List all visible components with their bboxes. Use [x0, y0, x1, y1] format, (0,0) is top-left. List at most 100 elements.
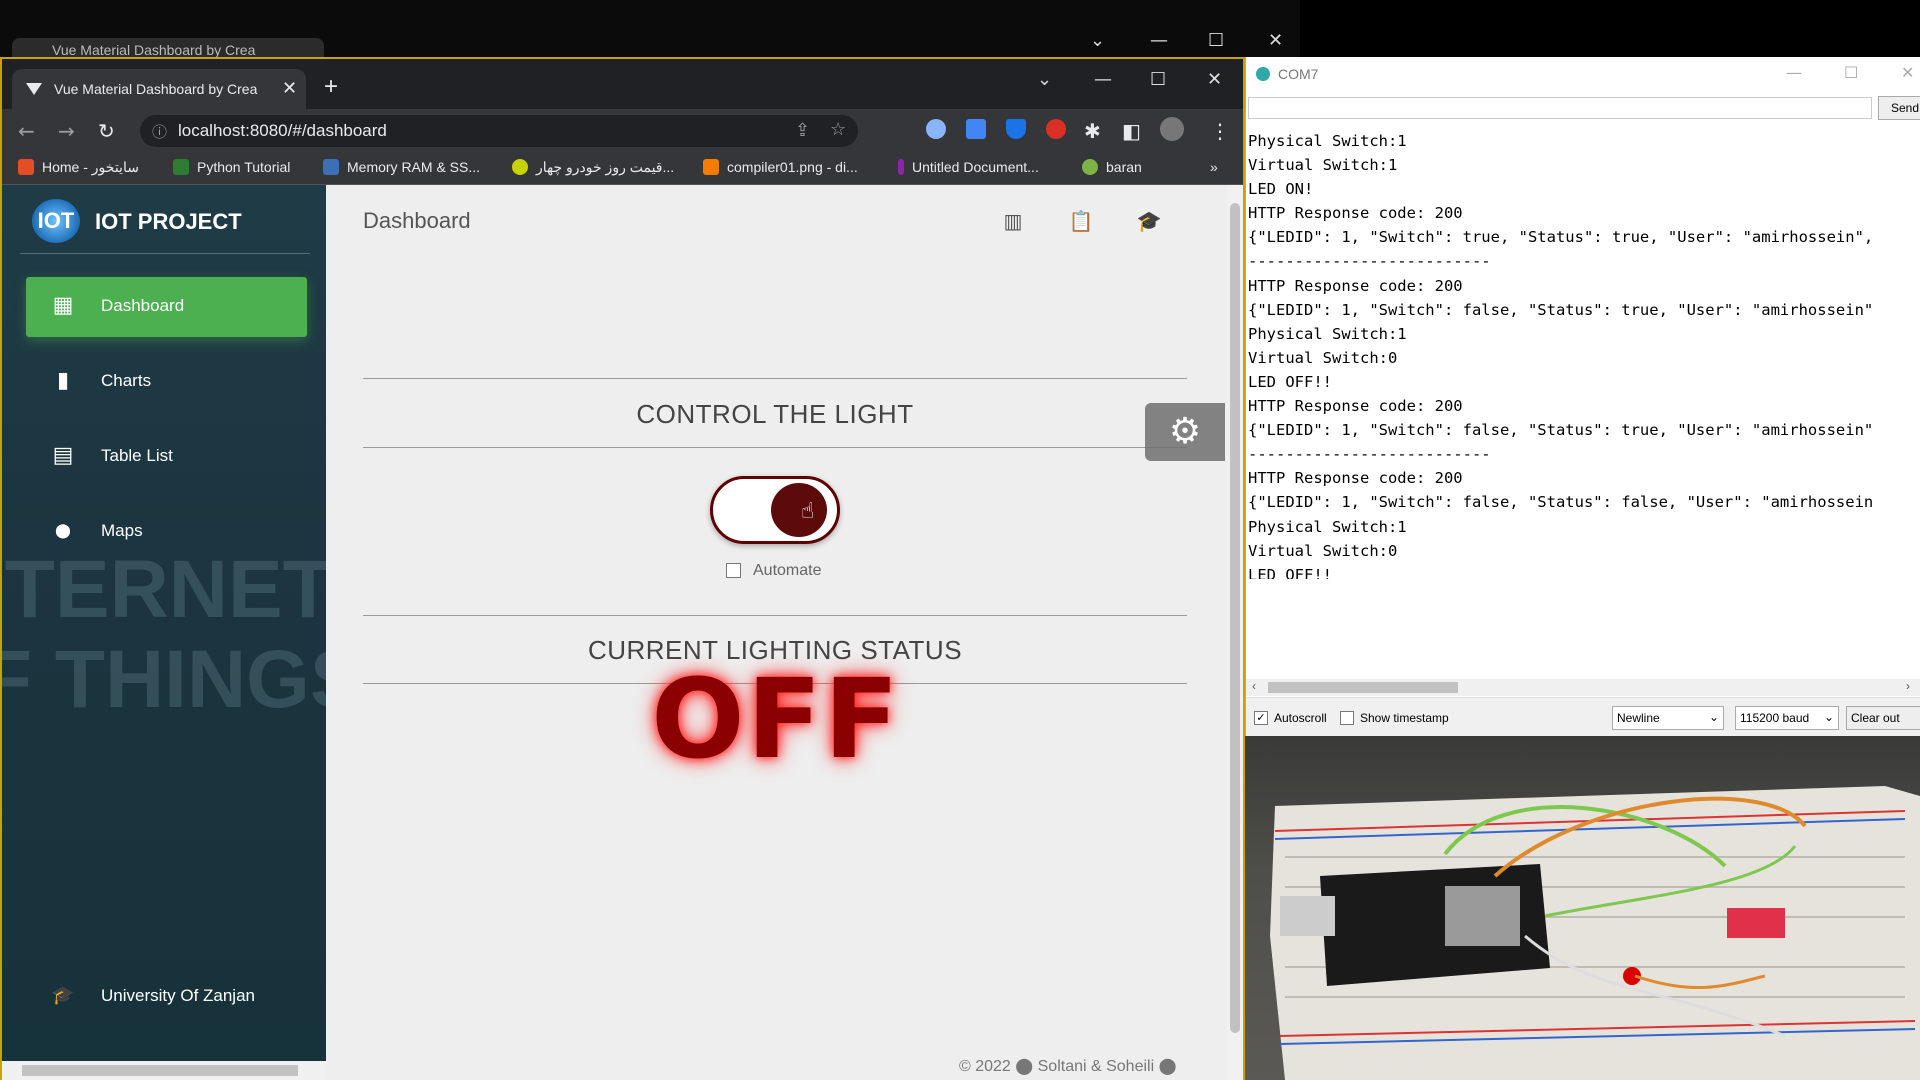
- sidebar-item-dashboard[interactable]: ▦ Dashboard: [26, 277, 307, 337]
- dashboard-icon: ▦: [52, 293, 74, 318]
- extension-icon[interactable]: [1046, 119, 1066, 139]
- background-window-titlebar: Vue Material Dashboard by Crea ⌄ — ☐ ✕: [0, 0, 1300, 58]
- puzzle-icon[interactable]: ✱: [1084, 119, 1101, 143]
- address-bar[interactable]: ⓘ localhost:8080/#/dashboard ⇪ ☆: [140, 115, 858, 147]
- download-icon[interactable]: [966, 119, 986, 139]
- tab-dashboard[interactable]: Vue Material Dashboard by Crea ✕: [12, 69, 306, 109]
- serial-send-input[interactable]: [1248, 97, 1872, 119]
- bookmark-item[interactable]: Python Tutorial: [173, 159, 290, 175]
- sidebar-item-university[interactable]: 🎓 University Of Zanjan: [26, 967, 307, 1027]
- bookmark-label: قیمت روز خودرو چهار...: [536, 159, 675, 175]
- serial-monitor-titlebar: COM7 — ☐ ✕: [1246, 57, 1920, 90]
- graduation-cap-icon[interactable]: 🎓: [1136, 209, 1162, 235]
- line-ending-select[interactable]: Newline ⌄: [1612, 706, 1724, 730]
- autoscroll-checkbox[interactable]: ✓: [1254, 711, 1268, 725]
- scrollbar-thumb[interactable]: [1230, 203, 1240, 1033]
- background-window-tab[interactable]: Vue Material Dashboard by Crea: [12, 38, 324, 58]
- breadboard-photo: [1270, 786, 1920, 1080]
- extension-icon[interactable]: [926, 119, 946, 139]
- menu-icon[interactable]: ⋮: [1210, 119, 1230, 143]
- serial-log-line: {"LEDID": 1, "Switch": false, "Status": …: [1248, 300, 1874, 319]
- clear-output-button[interactable]: Clear out: [1846, 706, 1920, 730]
- close-icon[interactable]: ✕: [1207, 69, 1222, 90]
- usb-connector: [1280, 896, 1335, 936]
- clear-output-label: Clear out: [1851, 711, 1900, 725]
- timestamp-checkbox[interactable]: [1340, 711, 1354, 725]
- minimize-icon[interactable]: —: [1094, 69, 1112, 90]
- maximize-icon[interactable]: ☐: [1150, 69, 1166, 90]
- scrollbar-thumb[interactable]: [1268, 682, 1458, 693]
- logo-text[interactable]: IOT PROJECT: [95, 209, 242, 235]
- bookmark-label: compiler01.png - di...: [727, 159, 858, 175]
- light-toggle-switch[interactable]: ☝: [710, 476, 840, 544]
- bookmark-label: Home - سایتخور: [42, 159, 139, 175]
- serial-log-line: HTTP Response code: 200: [1248, 276, 1463, 295]
- gear-icon: ⚙: [1168, 411, 1202, 452]
- serial-log-line: Virtual Switch:0: [1248, 541, 1398, 560]
- close-icon[interactable]: ✕: [1268, 30, 1283, 51]
- site-info-icon[interactable]: ⓘ: [152, 121, 167, 142]
- bookmark-item[interactable]: Memory RAM & SS...: [323, 159, 480, 175]
- bookmarks-more-icon[interactable]: »: [1210, 159, 1218, 175]
- shield-icon[interactable]: [1006, 119, 1026, 139]
- send-button[interactable]: Send: [1878, 96, 1920, 120]
- clipboard-icon[interactable]: 📋: [1068, 209, 1094, 235]
- tab-title: Vue Material Dashboard by Crea: [54, 81, 258, 97]
- bookmark-label: Untitled Document...: [912, 159, 1039, 175]
- maximize-icon[interactable]: ☐: [1844, 63, 1858, 82]
- scrollbar-thumb[interactable]: [22, 1065, 298, 1076]
- reload-icon[interactable]: ↻: [98, 119, 115, 143]
- chevron-down-icon[interactable]: ⌄: [1090, 30, 1105, 51]
- chevron-down-icon: ⌄: [1823, 710, 1834, 724]
- sidebar-item-table-list[interactable]: ▤ Table List: [26, 427, 307, 487]
- side-panel-icon[interactable]: ◧: [1122, 119, 1141, 143]
- chart-icon[interactable]: ▥: [1000, 209, 1026, 235]
- bookmark-item[interactable]: compiler01.png - di...: [703, 159, 858, 175]
- minimize-icon[interactable]: —: [1786, 63, 1802, 82]
- serial-log-line: {"LEDID": 1, "Switch": false, "Status": …: [1248, 421, 1874, 440]
- timestamp-label[interactable]: Show timestamp: [1360, 711, 1449, 725]
- line-ending-value: Newline: [1617, 711, 1660, 725]
- autoscroll-label[interactable]: Autoscroll: [1274, 711, 1327, 725]
- forward-icon[interactable]: →: [58, 119, 75, 143]
- serial-log-line: Virtual Switch:0: [1248, 348, 1398, 367]
- sidebar-item-maps[interactable]: ⬤ Maps: [26, 502, 307, 562]
- close-icon[interactable]: ✕: [1901, 63, 1914, 82]
- sidebar-item-charts[interactable]: ▮ Charts: [26, 352, 307, 412]
- scroll-right-icon[interactable]: ›: [1906, 679, 1910, 693]
- baud-rate-value: 115200 baud: [1740, 711, 1810, 725]
- bookmark-item[interactable]: baran: [1082, 159, 1142, 175]
- star-icon[interactable]: ☆: [830, 119, 846, 140]
- bookmark-label: baran: [1106, 159, 1142, 175]
- tab-search-icon[interactable]: ⌄: [1037, 69, 1052, 90]
- scroll-left-icon[interactable]: ‹: [1252, 679, 1256, 693]
- hand-cursor-icon: ☝: [801, 499, 815, 524]
- avatar[interactable]: [1160, 117, 1184, 141]
- new-tab-icon[interactable]: +: [324, 73, 338, 101]
- automate-label[interactable]: Automate: [753, 562, 821, 580]
- dip-switch: [1727, 908, 1785, 938]
- automate-checkbox[interactable]: [726, 563, 741, 578]
- minimize-icon[interactable]: —: [1150, 30, 1168, 51]
- divider: [363, 447, 1187, 448]
- serial-log-line: LED ON!: [1248, 180, 1314, 199]
- maximize-icon[interactable]: ☐: [1208, 30, 1224, 51]
- bookmark-item[interactable]: قیمت روز خودرو چهار...: [512, 159, 674, 176]
- bookmark-favicon-icon: [18, 159, 34, 175]
- serial-log-line: HTTP Response code: 200: [1248, 204, 1463, 223]
- bookmark-favicon-icon: [512, 159, 528, 175]
- toggle-knob[interactable]: [771, 483, 827, 537]
- bookmark-item[interactable]: Home - سایتخور: [18, 159, 139, 176]
- logo-icon: IOT: [32, 199, 80, 243]
- share-icon[interactable]: ⇪: [795, 120, 810, 141]
- page-title: Dashboard: [363, 208, 471, 233]
- settings-gear-button[interactable]: ⚙: [1145, 403, 1225, 461]
- bookmark-item[interactable]: Untitled Document...: [898, 159, 1039, 175]
- tab-close-icon[interactable]: ✕: [282, 78, 297, 99]
- back-icon[interactable]: ←: [18, 119, 35, 143]
- camera-feed-image: [1245, 736, 1920, 1080]
- baud-rate-select[interactable]: 115200 baud ⌄: [1735, 706, 1839, 730]
- bookmark-favicon-icon: [703, 159, 719, 175]
- chart-icon: ▮: [56, 368, 70, 393]
- serial-monitor-window: COM7 — ☐ ✕ Send Physical Switch:1 Virtual…: [1245, 57, 1920, 736]
